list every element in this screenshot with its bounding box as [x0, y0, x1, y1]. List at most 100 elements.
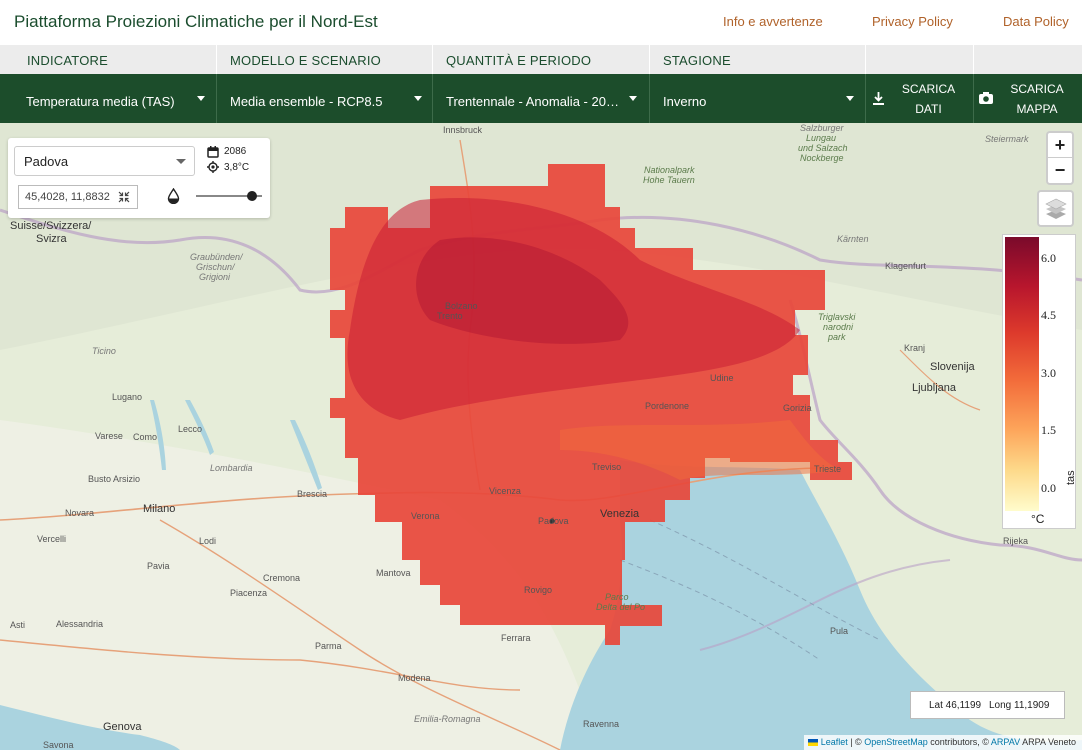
coordinates-value: 45,4028, 11,8832 — [25, 191, 110, 203]
map-attribution: Leaflet | © OpenStreetMap contributors, … — [804, 735, 1082, 750]
map-label-triglavski: Triglavski — [818, 312, 856, 322]
map-label-salzach: und Salzach — [798, 143, 848, 153]
collapse-arrows-icon[interactable] — [118, 191, 130, 203]
map-label-pavia: Pavia — [147, 561, 170, 571]
map-label-klagenfurt: Klagenfurt — [885, 261, 927, 271]
top-bar: Piattaforma Proiezioni Climatiche per il… — [0, 0, 1082, 45]
map-label-treviso: Treviso — [592, 462, 622, 472]
legend-tick: 0.0 — [1041, 481, 1056, 495]
cursor-long: Long 11,1909 — [989, 700, 1050, 711]
map-label-asti: Asti — [10, 620, 26, 630]
legend-tick: 4.5 — [1041, 308, 1056, 322]
map-label-salzburger: Salzburger — [800, 123, 844, 133]
year-value: 2086 — [224, 146, 247, 157]
download-map-button[interactable]: SCARICA MAPPA — [974, 74, 1082, 123]
map-label-gorizia: Gorizia — [783, 403, 812, 413]
osm-link[interactable]: OpenStreetMap — [864, 737, 928, 747]
city-select[interactable]: Padova — [14, 146, 195, 176]
layers-button[interactable] — [1037, 190, 1074, 227]
map-label-lungau: Lungau — [806, 133, 837, 143]
attribution-contributors: contributors, © — [927, 737, 991, 747]
map-label-savona: Savona — [43, 740, 74, 750]
map-label-graubunden: Graubünden/ — [190, 252, 243, 262]
header-spacer — [866, 45, 974, 74]
map-label-lecco: Lecco — [178, 424, 203, 434]
map-label-varese: Varese — [95, 431, 123, 441]
map-label-lombardia: Lombardia — [210, 463, 253, 473]
header-model: MODELLO E SCENARIO — [217, 45, 433, 74]
map-label-bolzano: Bolzano — [445, 301, 478, 311]
header-indicator: INDICATORE — [0, 45, 217, 74]
attribution-arpa: ARPA Veneto — [1020, 737, 1076, 747]
zoom-out-button[interactable]: − — [1048, 158, 1072, 183]
opacity-slider-handle[interactable] — [247, 191, 257, 201]
map-label-ferrara: Ferrara — [501, 633, 531, 643]
map-label-emilia: Emilia-Romagna — [414, 714, 481, 724]
map-label-novara: Novara — [65, 508, 95, 518]
cursor-coordinates: Lat 46,1199 Long 11,1909 — [910, 691, 1065, 719]
map-label-parma: Parma — [315, 641, 342, 651]
model-select[interactable]: Media ensemble - RCP8.5 — [217, 74, 433, 123]
map-label-mantova: Mantova — [376, 568, 411, 578]
chevron-down-icon — [197, 96, 205, 101]
map-label-karnten: Kärnten — [837, 234, 869, 244]
model-value: Media ensemble - RCP8.5 — [230, 94, 383, 109]
map-label-modena: Modena — [398, 673, 431, 683]
privacy-policy-link[interactable]: Privacy Policy — [872, 14, 953, 29]
map-label-padova: Padova — [538, 516, 569, 526]
map-label-park: park — [828, 332, 846, 342]
map-label-grigioni: Grigioni — [199, 272, 231, 282]
crosshair-icon — [207, 161, 219, 173]
map-label-svizra: Svizra — [36, 233, 67, 245]
download-map-label-1: SCARICA — [1010, 82, 1064, 96]
info-link[interactable]: Info e avvertenze — [723, 14, 823, 29]
indicator-select[interactable]: Temperatura media (TAS) — [0, 74, 217, 123]
map-label-lugano: Lugano — [112, 392, 143, 402]
download-data-label-1: SCARICA — [901, 82, 956, 96]
zoom-in-button[interactable]: + — [1048, 133, 1072, 158]
selector-row: Temperatura media (TAS) Media ensemble -… — [0, 74, 1082, 123]
map-label-vicenza: Vicenza — [489, 486, 521, 496]
color-legend: 6.0 4.5 3.0 1.5 0.0 °C tas — [1002, 234, 1077, 529]
header-period: QUANTITÀ E PERIODO — [433, 45, 650, 74]
legend-tick: 3.0 — [1041, 366, 1056, 380]
ukraine-flag-icon — [808, 739, 819, 746]
map-label-ravenna: Ravenna — [583, 719, 620, 729]
map-label-nockberge: Nockberge — [800, 153, 844, 163]
map-label-verona: Verona — [411, 511, 440, 521]
calendar-icon — [207, 146, 219, 158]
chevron-down-icon — [846, 96, 854, 101]
map-label-suisse: Suisse/Svizzera/ — [10, 220, 92, 232]
zoom-control: + − — [1046, 131, 1074, 185]
legend-tick: 6.0 — [1041, 251, 1056, 265]
map-label-vercelli: Vercelli — [37, 534, 67, 544]
map-label-rovigo: Rovigo — [524, 585, 553, 595]
app-title: Piattaforma Proiezioni Climatiche per il… — [14, 12, 378, 31]
map-label-genova: Genova — [103, 721, 142, 733]
map-label-como: Como — [133, 432, 158, 442]
download-data-button[interactable]: SCARICA DATI — [866, 74, 974, 123]
map-label-busto: Busto Arsizio — [88, 474, 141, 484]
chevron-down-icon — [176, 159, 186, 164]
download-data-label-2: DATI — [915, 102, 942, 116]
legend-tick: 1.5 — [1041, 423, 1056, 437]
attribution-separator: | © — [847, 737, 865, 747]
leaflet-link[interactable]: Leaflet — [821, 737, 848, 747]
map-label-ljubljana: Ljubljana — [912, 382, 957, 394]
legend-color-bar — [1005, 237, 1039, 511]
map-label-hohe-tauern: Hohe Tauern — [643, 175, 695, 185]
map-label-piacenza: Piacenza — [230, 588, 268, 598]
opacity-slider[interactable] — [196, 189, 266, 203]
map-label-delta-del-po: Delta del Po — [596, 602, 646, 612]
data-policy-link[interactable]: Data Policy — [1003, 14, 1069, 29]
period-value: Trentennale - Anomalia - 20… — [446, 94, 619, 109]
season-select[interactable]: Inverno — [650, 74, 866, 123]
period-select[interactable]: Trentennale - Anomalia - 20… — [433, 74, 650, 123]
map-label-grischun: Grischun/ — [196, 262, 235, 272]
selector-header-row: INDICATORE MODELLO E SCENARIO QUANTITÀ E… — [0, 45, 1082, 74]
map-label-ticino: Ticino — [92, 346, 116, 356]
chevron-down-icon — [414, 96, 422, 101]
city-value: Padova — [24, 154, 69, 169]
season-value: Inverno — [663, 94, 707, 109]
arpav-link[interactable]: ARPAV — [991, 737, 1020, 747]
